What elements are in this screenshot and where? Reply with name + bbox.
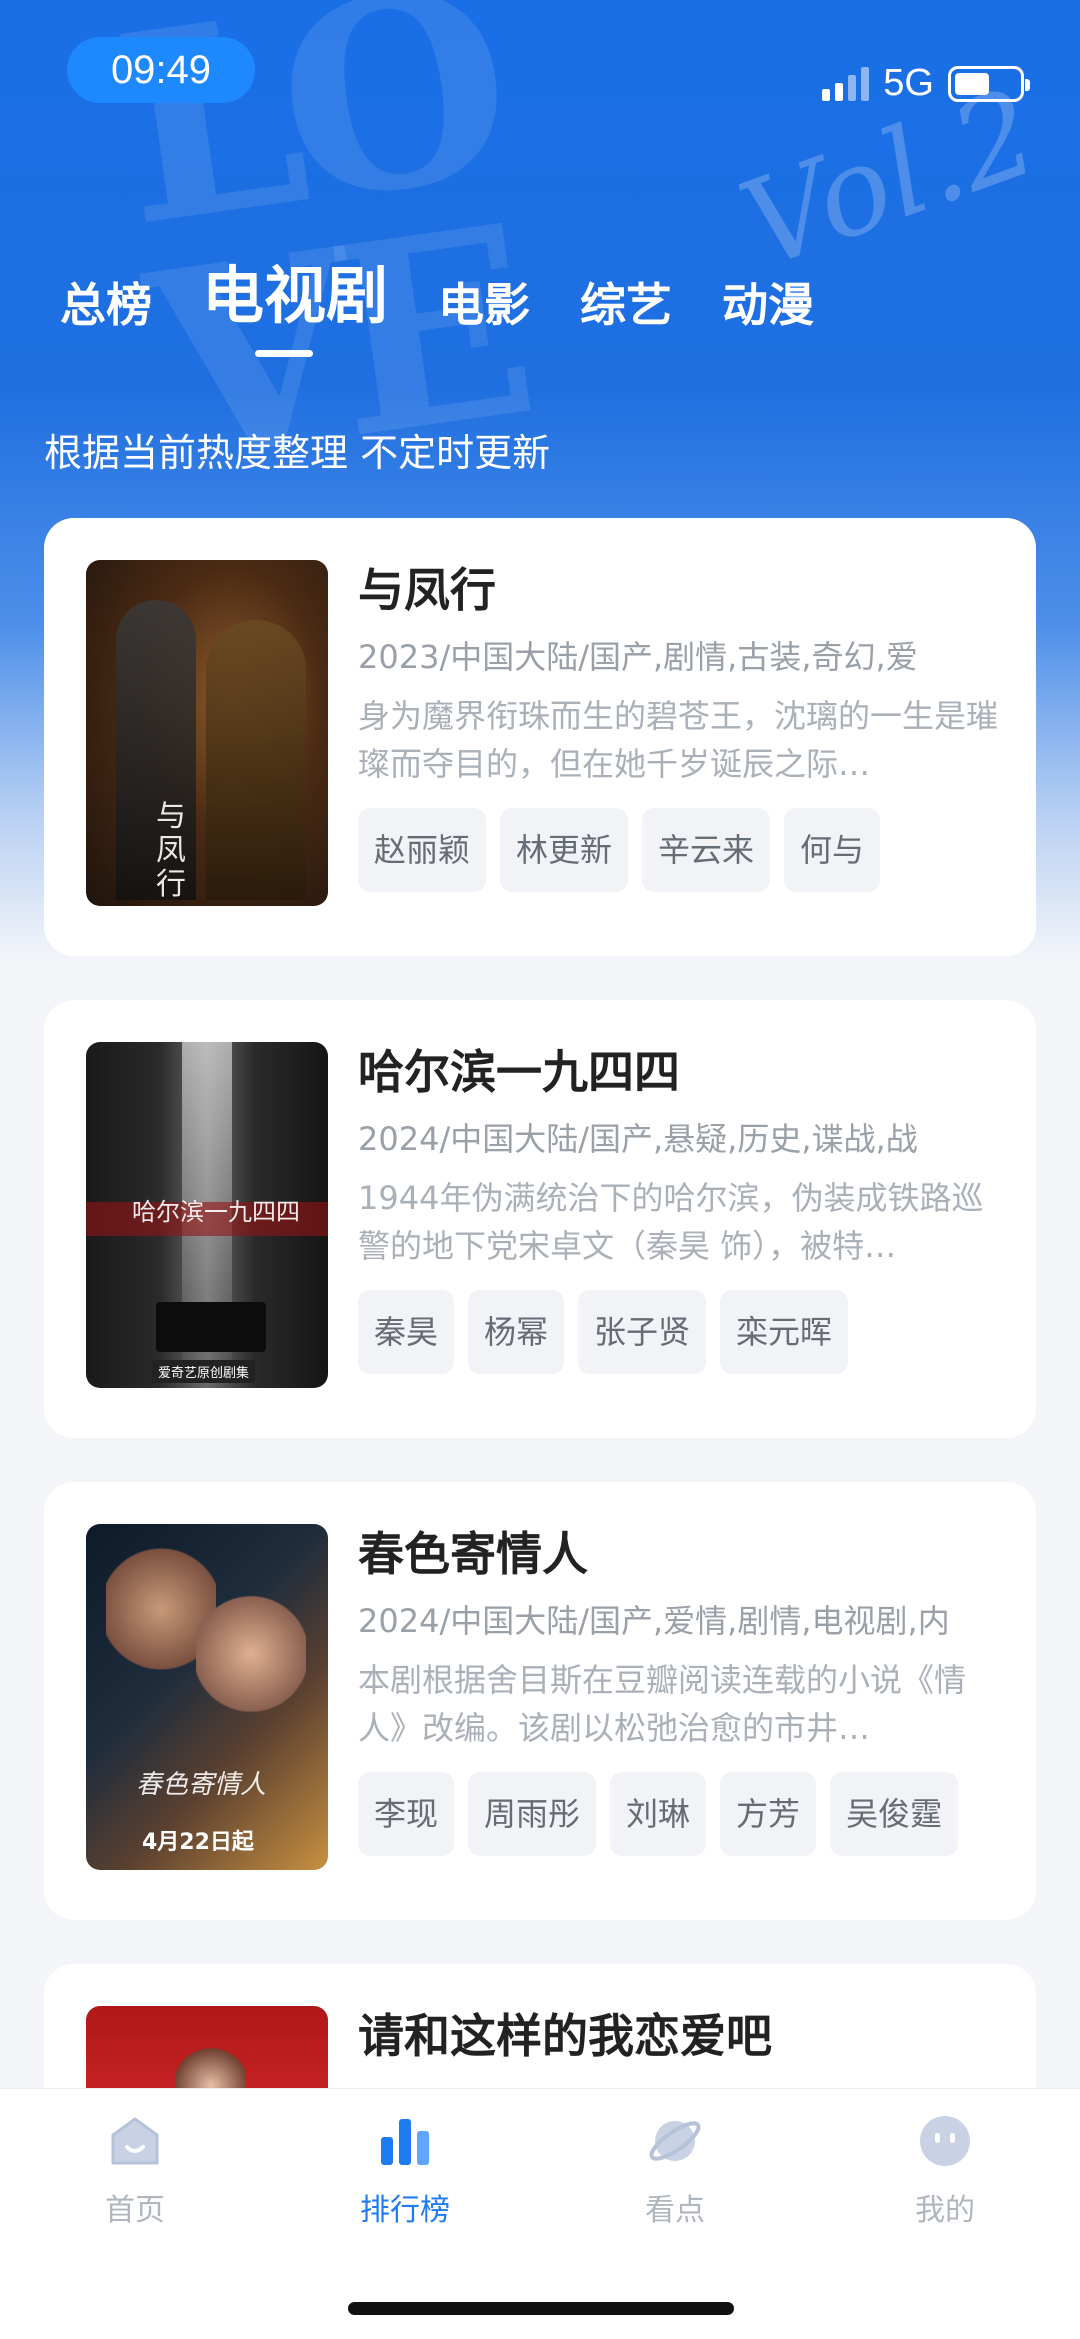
tab-anime[interactable]: 动漫 bbox=[722, 269, 814, 335]
show-card[interactable]: 与凤行 与凤行 2023/中国大陆/国产,剧情,古装,奇幻,爱 身为魔界衔珠而生… bbox=[44, 518, 1036, 956]
show-meta: 2024/中国大陆/国产,爱情,剧情,电视剧,内 bbox=[358, 1602, 950, 1640]
cast-chip[interactable]: 周雨彤 bbox=[468, 1772, 597, 1856]
show-meta: 2023/中国大陆/国产,剧情,古装,奇幻,爱 bbox=[358, 638, 918, 676]
nav-profile[interactable]: 我的 bbox=[810, 2089, 1080, 2339]
show-poster[interactable]: 春色寄情人 4月22日起 bbox=[86, 1524, 328, 1870]
nav-label: 排行榜 bbox=[360, 2193, 450, 2228]
cast-chip[interactable]: 李现 bbox=[358, 1772, 455, 1856]
show-info: 哈尔滨一九四四 2024/中国大陆/国产,悬疑,历史,谍战,战 1944年伪满统… bbox=[358, 1040, 998, 1374]
planet-icon bbox=[649, 2121, 701, 2161]
cast-chip[interactable]: 刘琳 bbox=[610, 1772, 707, 1856]
show-card[interactable]: 春色寄情人 4月22日起 春色寄情人 2024/中国大陆/国产,爱情,剧情,电视… bbox=[44, 1482, 1036, 1920]
show-poster[interactable]: 哈尔滨一九四四 爱奇艺原创剧集 bbox=[86, 1042, 328, 1388]
poster-title: 哈尔滨一九四四 bbox=[132, 1198, 300, 1226]
nav-home[interactable]: 首页 bbox=[0, 2089, 270, 2339]
show-description: 本剧根据舍目斯在豆瓣阅读连载的小说《情人》改编。该剧以松弛治愈的市井… bbox=[358, 1661, 967, 1747]
status-time: 09:49 bbox=[67, 37, 255, 103]
battery-icon bbox=[948, 65, 1030, 102]
cast-chip[interactable]: 杨幂 bbox=[468, 1290, 565, 1374]
nav-label: 我的 bbox=[915, 2193, 975, 2228]
show-card[interactable]: 哈尔滨一九四四 爱奇艺原创剧集 哈尔滨一九四四 2024/中国大陆/国产,悬疑,… bbox=[44, 1000, 1036, 1438]
poster-badge: 爱奇艺原创剧集 bbox=[152, 1360, 256, 1383]
cast-chip[interactable]: 林更新 bbox=[500, 808, 629, 892]
tab-tv-series[interactable]: 电视剧 bbox=[202, 245, 388, 335]
network-type: 5G bbox=[883, 62, 934, 104]
show-title[interactable]: 与凤行 bbox=[358, 558, 998, 622]
cast-list: 秦昊 杨幂 张子贤 栾元晖 bbox=[358, 1290, 998, 1374]
show-title[interactable]: 春色寄情人 bbox=[358, 1522, 998, 1586]
status-indicators: 5G bbox=[822, 62, 1030, 105]
show-title[interactable]: 哈尔滨一九四四 bbox=[358, 1040, 998, 1104]
cast-chip[interactable]: 赵丽颖 bbox=[358, 808, 487, 892]
show-info: 与凤行 2023/中国大陆/国产,剧情,古装,奇幻,爱 身为魔界衔珠而生的碧苍王… bbox=[358, 558, 998, 892]
active-tab-indicator bbox=[255, 350, 313, 357]
cast-chip[interactable]: 栾元晖 bbox=[720, 1290, 849, 1374]
tab-variety[interactable]: 综艺 bbox=[580, 269, 672, 335]
show-title[interactable]: 请和这样的我恋爱吧 bbox=[358, 2004, 998, 2068]
cast-chip[interactable]: 何与 bbox=[784, 808, 881, 892]
cast-list: 李现 周雨彤 刘琳 方芳 吴俊霆 bbox=[358, 1772, 998, 1856]
show-info: 春色寄情人 2024/中国大陆/国产,爱情,剧情,电视剧,内 本剧根据舍目斯在豆… bbox=[358, 1522, 998, 1856]
profile-face-icon bbox=[920, 2116, 970, 2166]
ranking-subtitle: 根据当前热度整理 不定时更新 bbox=[44, 431, 551, 475]
cast-chip[interactable]: 方芳 bbox=[720, 1772, 817, 1856]
chart-icon bbox=[381, 2119, 429, 2165]
cast-chip[interactable]: 吴俊霆 bbox=[830, 1772, 959, 1856]
battery-level bbox=[955, 72, 990, 95]
category-tabs: 总榜 电视剧 电影 综艺 动漫 bbox=[60, 245, 864, 335]
cast-chip[interactable]: 辛云来 bbox=[642, 808, 771, 892]
home-indicator bbox=[348, 2302, 734, 2315]
cast-chip[interactable]: 张子贤 bbox=[578, 1290, 707, 1374]
poster-date: 4月22日起 bbox=[142, 1830, 254, 1855]
signal-icon bbox=[822, 66, 870, 101]
cast-list: 赵丽颖 林更新 辛云来 何与 bbox=[358, 808, 998, 892]
nav-label: 看点 bbox=[645, 2193, 705, 2228]
cast-chip[interactable]: 秦昊 bbox=[358, 1290, 455, 1374]
show-description: 身为魔界衔珠而生的碧苍王，沈璃的一生是璀璨而夺目的，但在她千岁诞辰之际… bbox=[358, 697, 998, 783]
show-poster[interactable]: 与凤行 bbox=[86, 560, 328, 906]
nav-label: 首页 bbox=[105, 2193, 165, 2228]
show-info: 请和这样的我恋爱吧 bbox=[358, 2004, 998, 2068]
tab-movies[interactable]: 电影 bbox=[438, 269, 530, 335]
poster-title: 春色寄情人 bbox=[136, 1770, 267, 1800]
poster-title: 与凤行 bbox=[156, 799, 186, 902]
show-description: 1944年伪满统治下的哈尔滨，伪装成铁路巡警的地下党宋卓文（秦昊 饰），被特… bbox=[358, 1179, 984, 1265]
home-icon bbox=[111, 2117, 159, 2165]
tab-overall[interactable]: 总榜 bbox=[60, 269, 152, 335]
show-meta: 2024/中国大陆/国产,悬疑,历史,谍战,战 bbox=[358, 1120, 918, 1158]
